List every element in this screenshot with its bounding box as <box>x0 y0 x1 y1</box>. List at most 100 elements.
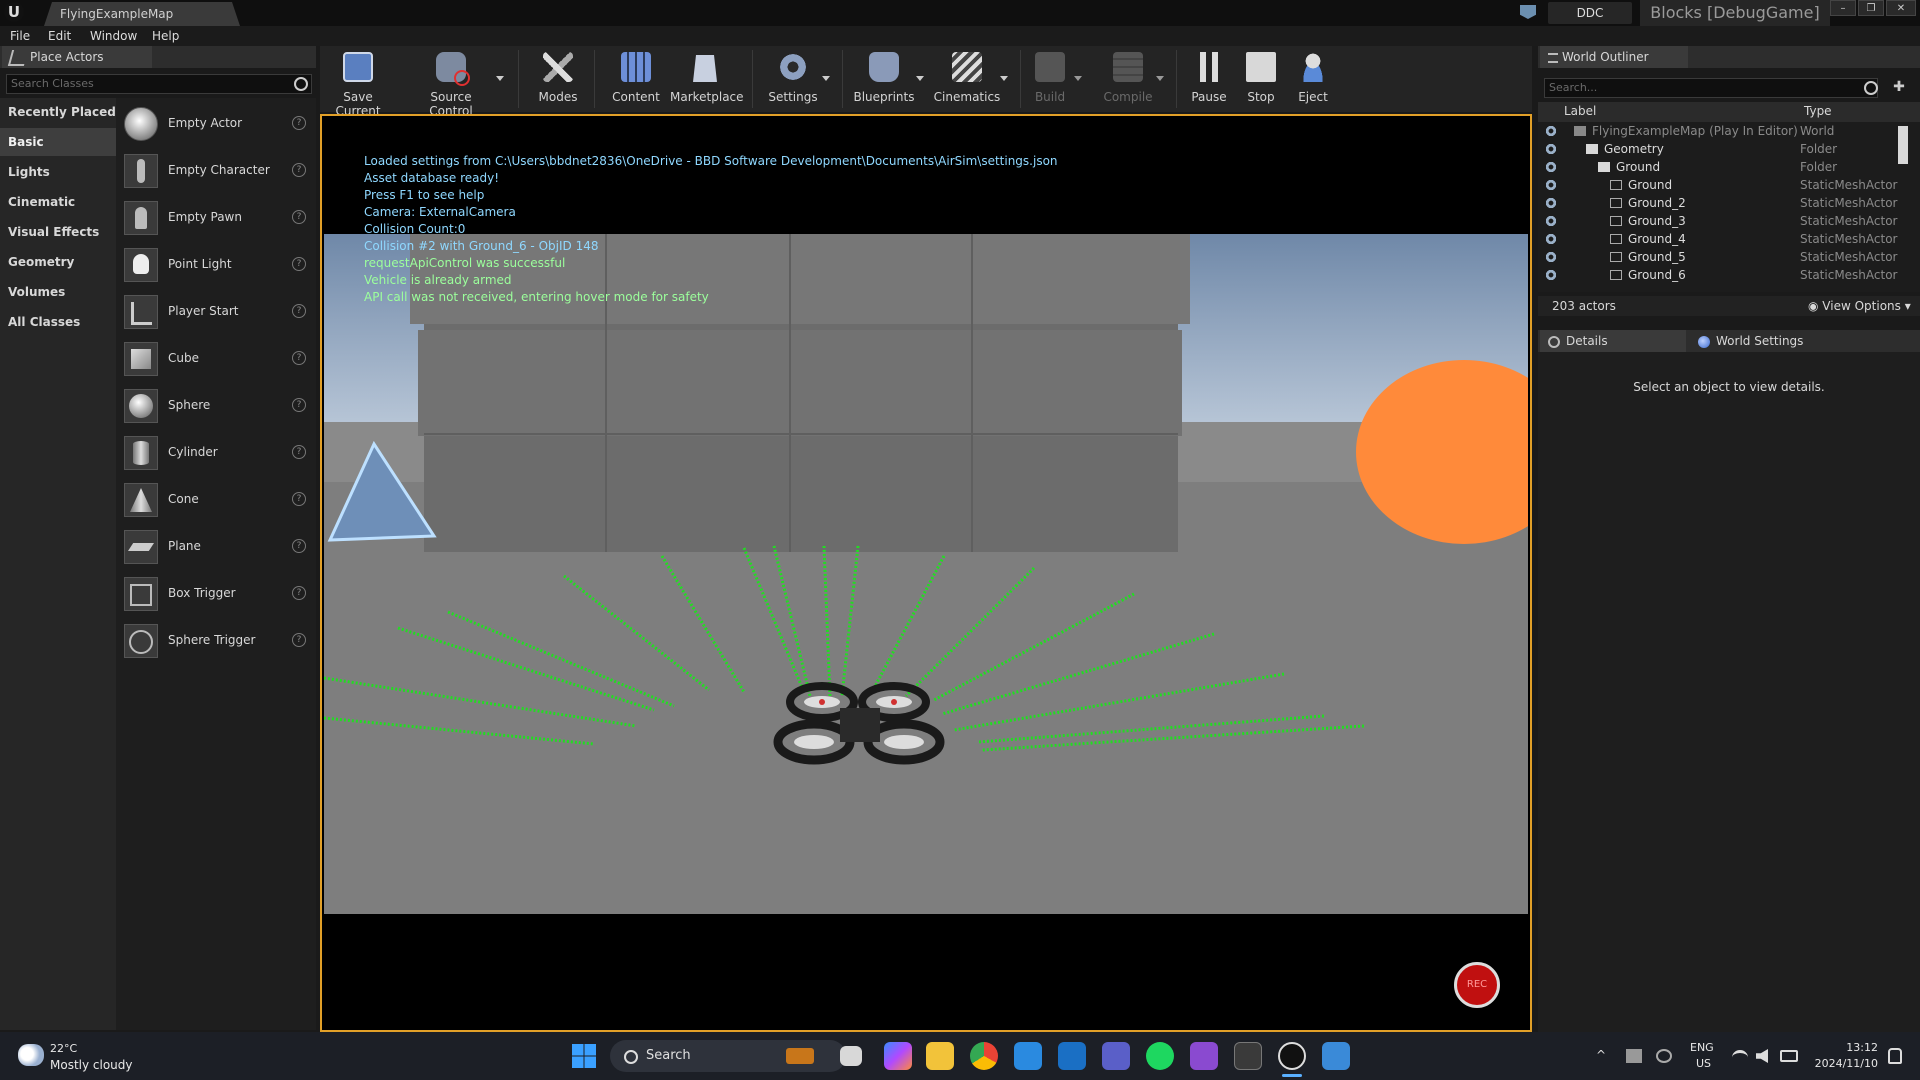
chevron-up-icon[interactable]: ^ <box>1596 1048 1606 1062</box>
add-filter-icon[interactable]: ✚ <box>1892 80 1906 94</box>
unreal-engine-icon[interactable] <box>1278 1042 1306 1070</box>
notification-bell-icon[interactable] <box>1888 1048 1902 1064</box>
sync-icon[interactable] <box>1656 1049 1672 1063</box>
visibility-eye-icon[interactable] <box>1544 251 1558 263</box>
blueprints-dropdown[interactable] <box>912 46 928 112</box>
build-button[interactable]: Build <box>1028 46 1072 112</box>
visibility-eye-icon[interactable] <box>1544 143 1558 155</box>
actor-item-cube[interactable]: Cube ? <box>116 338 316 378</box>
actor-item-cylinder[interactable]: Cylinder ? <box>116 432 316 472</box>
wifi-icon[interactable] <box>1732 1050 1748 1065</box>
actor-item-player-start[interactable]: Player Start ? <box>116 291 316 331</box>
compile-button[interactable]: Compile <box>1100 46 1156 112</box>
category-basic[interactable]: Basic <box>0 128 116 156</box>
source-control-dropdown[interactable] <box>492 46 508 112</box>
close-button[interactable]: ✕ <box>1886 0 1916 16</box>
eject-button[interactable]: Eject <box>1290 46 1336 112</box>
help-icon[interactable]: ? <box>292 445 306 459</box>
map-tab[interactable]: FlyingExampleMap <box>44 2 240 26</box>
actor-item-empty-actor[interactable]: Empty Actor ? <box>116 103 316 143</box>
actor-item-cone[interactable]: Cone ? <box>116 479 316 519</box>
visibility-eye-icon[interactable] <box>1544 161 1558 173</box>
chrome-icon[interactable] <box>970 1042 998 1070</box>
outliner-row[interactable]: Geometry Folder <box>1538 140 1910 158</box>
menu-window[interactable]: Window <box>90 26 137 46</box>
record-button[interactable]: REC <box>1454 962 1500 1008</box>
world-outliner-tab[interactable]: World Outliner <box>1540 46 1688 68</box>
compile-dropdown[interactable] <box>1152 46 1168 112</box>
settings-button[interactable]: Settings <box>762 46 824 112</box>
ddc-button[interactable]: DDC <box>1548 2 1632 24</box>
outliner-row[interactable]: Ground StaticMeshActor <box>1538 176 1910 194</box>
outliner-row[interactable]: Ground_6 StaticMeshActor <box>1538 266 1910 284</box>
category-geometry[interactable]: Geometry <box>0 248 116 276</box>
actor-item-plane[interactable]: Plane ? <box>116 526 316 566</box>
actor-item-box-trigger[interactable]: Box Trigger ? <box>116 573 316 613</box>
help-icon[interactable]: ? <box>292 633 306 647</box>
place-actors-tab[interactable]: Place Actors <box>2 46 152 68</box>
help-icon[interactable]: ? <box>292 210 306 224</box>
clock-time[interactable]: 13:12 <box>1814 1041 1878 1054</box>
airsim-app-icon[interactable] <box>1322 1042 1350 1070</box>
taskbar-search-box[interactable]: Search <box>610 1040 846 1072</box>
visibility-eye-icon[interactable] <box>1544 215 1558 227</box>
battery-icon[interactable] <box>1780 1050 1798 1062</box>
mute-notifications-icon[interactable] <box>1626 1049 1642 1063</box>
file-explorer-icon[interactable] <box>926 1042 954 1070</box>
help-icon[interactable]: ? <box>292 539 306 553</box>
help-icon[interactable]: ? <box>292 257 306 271</box>
column-label[interactable]: Label <box>1564 104 1596 118</box>
maximize-button[interactable]: ❐ <box>1858 0 1884 16</box>
level-viewport[interactable]: Loaded settings from C:\Users\bbdnet2836… <box>320 114 1532 1032</box>
weather-temperature[interactable]: 22°C <box>50 1042 77 1055</box>
visibility-eye-icon[interactable] <box>1544 197 1558 209</box>
scene-render[interactable] <box>324 234 1528 914</box>
details-tab[interactable]: Details <box>1540 330 1686 352</box>
cinematics-dropdown[interactable] <box>996 46 1012 112</box>
build-dropdown[interactable] <box>1070 46 1086 112</box>
pause-button[interactable]: Pause <box>1184 46 1234 112</box>
search-classes-input[interactable]: Search Classes <box>6 74 312 94</box>
help-icon[interactable]: ? <box>292 116 306 130</box>
source-control-button[interactable]: Source Control <box>408 46 494 118</box>
outliner-row[interactable]: Ground_3 StaticMeshActor <box>1538 212 1910 230</box>
menu-edit[interactable]: Edit <box>48 26 71 46</box>
category-visual-effects[interactable]: Visual Effects <box>0 218 116 246</box>
notification-icon[interactable] <box>1520 5 1536 19</box>
outliner-search-input[interactable]: Search... <box>1544 78 1878 98</box>
minimize-button[interactable]: – <box>1830 0 1856 16</box>
view-options-button[interactable]: ◉ View Options ▾ <box>1808 299 1911 313</box>
visibility-eye-icon[interactable] <box>1544 179 1558 191</box>
outlook-icon[interactable] <box>1058 1042 1086 1070</box>
marketplace-button[interactable]: Marketplace <box>670 46 744 112</box>
category-lights[interactable]: Lights <box>0 158 116 186</box>
copilot-icon[interactable] <box>884 1042 912 1070</box>
help-icon[interactable]: ? <box>292 304 306 318</box>
outliner-scrollbar[interactable] <box>1898 126 1908 164</box>
modes-button[interactable]: Modes <box>528 46 588 112</box>
category-cinematic[interactable]: Cinematic <box>0 188 116 216</box>
help-icon[interactable]: ? <box>292 351 306 365</box>
column-type[interactable]: Type <box>1804 104 1832 118</box>
visibility-eye-icon[interactable] <box>1544 125 1558 137</box>
visual-studio-icon[interactable] <box>1190 1042 1218 1070</box>
content-button[interactable]: Content <box>608 46 664 112</box>
actor-item-empty-character[interactable]: Empty Character ? <box>116 150 316 190</box>
menu-help[interactable]: Help <box>152 26 179 46</box>
blueprints-button[interactable]: Blueprints <box>850 46 918 112</box>
save-current-button[interactable]: Save Current <box>326 46 390 118</box>
task-view-icon[interactable] <box>840 1046 862 1066</box>
category-recently-placed[interactable]: Recently Placed <box>0 98 116 126</box>
help-icon[interactable]: ? <box>292 398 306 412</box>
help-icon[interactable]: ? <box>292 586 306 600</box>
outliner-row[interactable]: Ground_5 StaticMeshActor <box>1538 248 1910 266</box>
spotify-icon[interactable] <box>1146 1042 1174 1070</box>
actor-item-sphere[interactable]: Sphere ? <box>116 385 316 425</box>
terminal-icon[interactable] <box>1234 1042 1262 1070</box>
stop-button[interactable]: Stop <box>1238 46 1284 112</box>
category-volumes[interactable]: Volumes <box>0 278 116 306</box>
cinematics-button[interactable]: Cinematics <box>932 46 1002 112</box>
help-icon[interactable]: ? <box>292 163 306 177</box>
clock-date[interactable]: 2024/11/10 <box>1806 1057 1878 1070</box>
category-all-classes[interactable]: All Classes <box>0 308 116 336</box>
